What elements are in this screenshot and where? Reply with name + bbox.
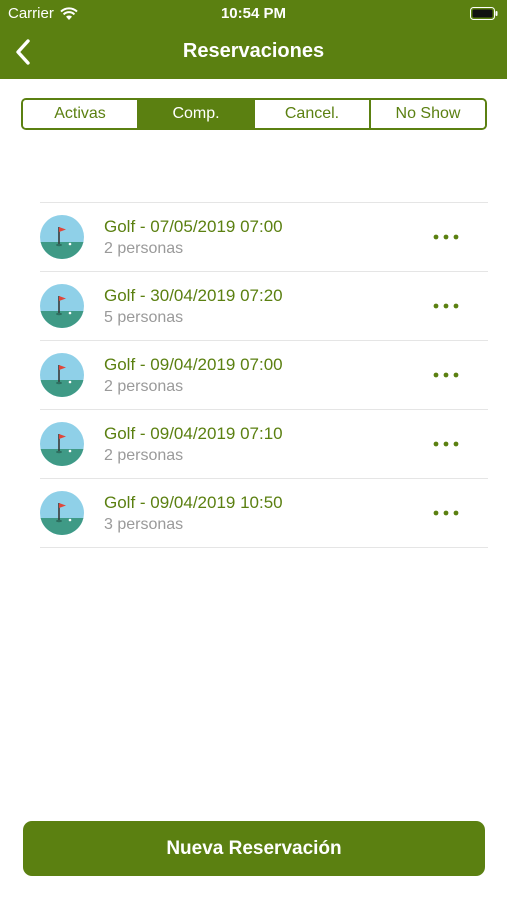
navigation-bar: Reservaciones xyxy=(0,28,507,79)
golf-flag-icon xyxy=(40,353,84,397)
ellipsis-icon xyxy=(433,234,459,240)
tab-cancel[interactable]: Cancel. xyxy=(255,100,371,128)
tab-activas[interactable]: Activas xyxy=(23,100,139,128)
ellipsis-icon xyxy=(433,372,459,378)
new-reservation-label: Nueva Reservación xyxy=(166,837,342,859)
reservation-row[interactable]: Golf - 09/04/2019 07:00 2 personas xyxy=(40,341,488,410)
status-segmented-control: Activas Comp. Cancel. No Show xyxy=(21,98,487,130)
reservation-title: Golf - 09/04/2019 07:10 xyxy=(104,424,283,443)
more-options-button[interactable] xyxy=(426,294,466,318)
reservation-row[interactable]: Golf - 09/04/2019 07:10 2 personas xyxy=(40,410,488,479)
reservation-title: Golf - 30/04/2019 07:20 xyxy=(104,286,283,305)
header: Carrier 10:54 PM Reservaciones xyxy=(0,0,507,79)
tab-comp[interactable]: Comp. xyxy=(139,100,255,128)
more-options-button[interactable] xyxy=(426,363,466,387)
golf-flag-icon xyxy=(40,215,84,259)
ellipsis-icon xyxy=(433,441,459,447)
reservation-row[interactable]: Golf - 09/04/2019 10:50 3 personas xyxy=(40,479,488,548)
ellipsis-icon xyxy=(433,510,459,516)
battery-icon xyxy=(470,7,498,20)
reservation-people: 3 personas xyxy=(104,516,184,533)
golf-flag-icon xyxy=(40,284,84,328)
status-bar: Carrier 10:54 PM xyxy=(0,0,507,28)
ellipsis-icon xyxy=(433,303,459,309)
golf-flag-icon xyxy=(40,491,84,535)
reservation-people: 5 personas xyxy=(104,309,184,326)
new-reservation-button[interactable]: Nueva Reservación xyxy=(23,821,485,876)
more-options-button[interactable] xyxy=(426,225,466,249)
reservation-row[interactable]: Golf - 07/05/2019 07:00 2 personas xyxy=(40,203,488,272)
tab-no-show[interactable]: No Show xyxy=(371,100,485,128)
reservation-title: Golf - 07/05/2019 07:00 xyxy=(104,217,283,236)
status-time: 10:54 PM xyxy=(220,5,287,22)
reservation-people: 2 personas xyxy=(104,240,184,257)
more-options-button[interactable] xyxy=(426,501,466,525)
golf-flag-icon xyxy=(40,422,84,466)
reservation-list: Golf - 07/05/2019 07:00 2 personas Golf … xyxy=(40,202,488,548)
reservation-title: Golf - 09/04/2019 07:00 xyxy=(104,355,283,374)
reservation-row[interactable]: Golf - 30/04/2019 07:20 5 personas xyxy=(40,272,488,341)
reservation-title: Golf - 09/04/2019 10:50 xyxy=(104,493,283,512)
reservation-people: 2 personas xyxy=(104,378,184,395)
more-options-button[interactable] xyxy=(426,432,466,456)
reservation-people: 2 personas xyxy=(104,447,184,464)
page-title: Reservaciones xyxy=(182,40,325,62)
